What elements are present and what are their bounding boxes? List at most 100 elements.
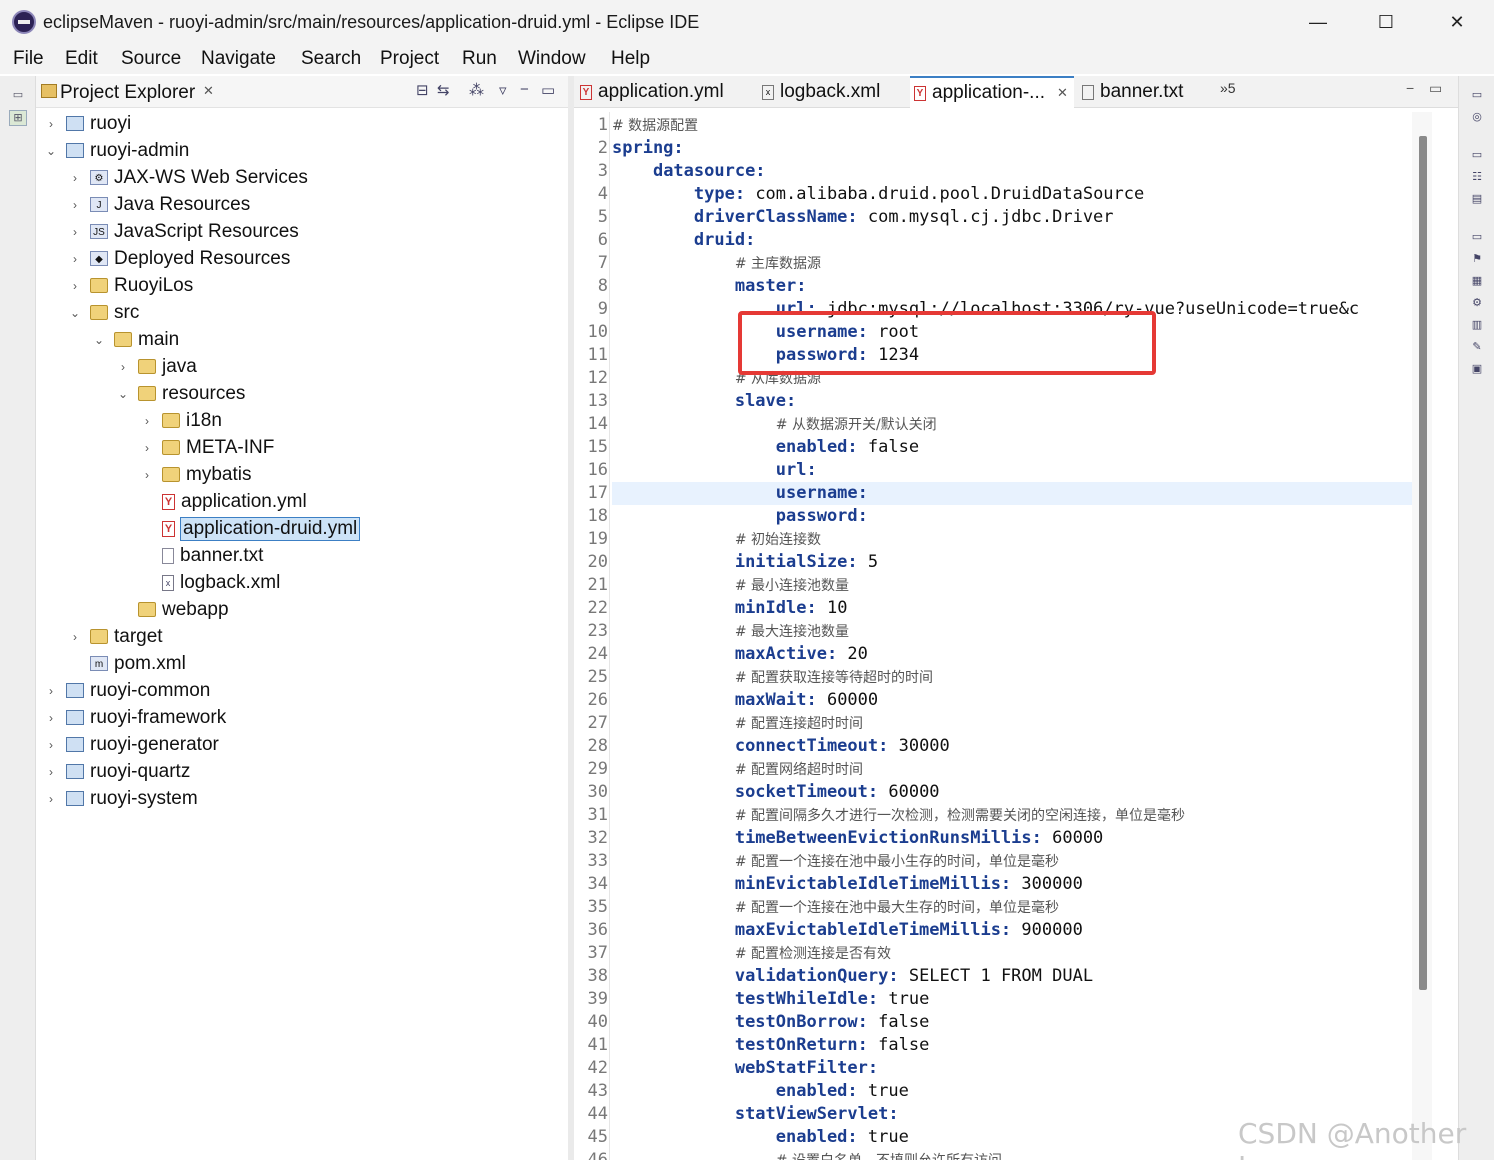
editor-vertical-scrollbar[interactable] bbox=[1412, 112, 1432, 1160]
menu-window[interactable]: Window bbox=[518, 48, 586, 70]
menu-edit[interactable]: Edit bbox=[65, 48, 98, 70]
filters-icon[interactable]: ⁂ bbox=[469, 81, 484, 99]
outline-icon[interactable]: ☷ bbox=[1468, 170, 1486, 186]
snippets-icon[interactable]: ✎ bbox=[1468, 340, 1486, 356]
expand-chevron-icon[interactable]: › bbox=[68, 198, 82, 212]
collapse-chevron-icon[interactable]: ⌄ bbox=[68, 306, 82, 320]
line-number: 2 bbox=[597, 138, 608, 158]
tree-item[interactable]: › ruoyi-system bbox=[44, 785, 198, 812]
collapse-all-icon[interactable]: ⊟ bbox=[416, 81, 429, 99]
expand-chevron-icon[interactable]: › bbox=[140, 414, 154, 428]
menu-help[interactable]: Help bbox=[611, 48, 650, 70]
scrollbar-thumb[interactable] bbox=[1419, 136, 1427, 990]
tree-item[interactable]: › ruoyi bbox=[44, 110, 131, 137]
maximize-editor-icon[interactable]: ▭ bbox=[1429, 80, 1442, 97]
menu-search[interactable]: Search bbox=[301, 48, 361, 70]
tree-item[interactable]: webapp bbox=[116, 596, 229, 623]
expand-chevron-icon[interactable]: › bbox=[68, 279, 82, 293]
view-menu-icon[interactable]: ▿ bbox=[499, 81, 507, 99]
expand-chevron-icon[interactable]: › bbox=[44, 684, 58, 698]
expand-chevron-icon[interactable]: › bbox=[68, 630, 82, 644]
tab-banner-txt[interactable]: banner.txt bbox=[1078, 76, 1208, 108]
tree-item[interactable]: › RuoyiLos bbox=[68, 272, 193, 299]
restore-icon[interactable]: ▭ bbox=[9, 88, 27, 104]
task-list-icon[interactable]: ▤ bbox=[1468, 192, 1486, 208]
menu-source[interactable]: Source bbox=[121, 48, 181, 70]
tree-item[interactable]: x logback.xml bbox=[140, 569, 280, 596]
maximize-view-icon[interactable]: ▭ bbox=[541, 81, 555, 99]
maximize-button[interactable]: ☐ bbox=[1366, 6, 1406, 38]
code-editor-text-area[interactable]: # 数据源配置 spring: datasource: type: com.ali… bbox=[612, 112, 1412, 1160]
tree-item[interactable]: ⌄ ruoyi-admin bbox=[44, 137, 189, 164]
minimize-button[interactable]: — bbox=[1298, 6, 1338, 38]
tree-item[interactable]: › J Java Resources bbox=[68, 191, 250, 218]
expand-chevron-icon[interactable]: › bbox=[140, 468, 154, 482]
tab-application-druid-yml[interactable]: Y application-... ✕ bbox=[910, 76, 1074, 108]
collapse-chevron-icon[interactable]: ⌄ bbox=[44, 144, 58, 158]
tree-item[interactable]: ⌄ resources bbox=[116, 380, 245, 407]
yaml-comment: # 配置获取连接等待超时的时间 bbox=[734, 670, 934, 686]
restore-icon[interactable]: ▭ bbox=[1468, 230, 1486, 246]
properties-icon[interactable]: ▦ bbox=[1468, 274, 1486, 290]
tree-item[interactable]: › META-INF bbox=[140, 434, 274, 461]
tree-item[interactable]: › ⚙ JAX-WS Web Services bbox=[68, 164, 308, 191]
project-explorer-title[interactable]: Project Explorer bbox=[60, 82, 195, 104]
tab-overflow-chevron[interactable]: »5 bbox=[1220, 80, 1236, 96]
expand-chevron-icon[interactable]: › bbox=[68, 252, 82, 266]
palette-icon[interactable]: ◎ bbox=[1468, 110, 1486, 126]
tree-item[interactable]: m pom.xml bbox=[68, 650, 186, 677]
menu-project[interactable]: Project bbox=[380, 48, 439, 70]
yaml-value: com.mysql.cj.jdbc.Driver bbox=[857, 207, 1114, 227]
tree-item[interactable]: › mybatis bbox=[140, 461, 251, 488]
tab-logback-xml[interactable]: x logback.xml bbox=[758, 76, 908, 108]
menu-file[interactable]: File bbox=[13, 48, 44, 70]
close-view-icon[interactable]: ✕ bbox=[203, 83, 214, 99]
collapse-chevron-icon[interactable]: ⌄ bbox=[116, 387, 130, 401]
tree-item[interactable]: Yapplication.yml bbox=[140, 488, 307, 515]
problems-icon[interactable]: ⚑ bbox=[1468, 252, 1486, 268]
console-icon[interactable]: ▣ bbox=[1468, 362, 1486, 378]
menu-run[interactable]: Run bbox=[462, 48, 497, 70]
close-window-button[interactable]: ✕ bbox=[1437, 6, 1477, 38]
tree-item[interactable]: ⌄ main bbox=[92, 326, 179, 353]
restore-icon[interactable]: ▭ bbox=[1468, 88, 1486, 104]
expand-chevron-icon[interactable]: › bbox=[44, 738, 58, 752]
menu-navigate[interactable]: Navigate bbox=[201, 48, 276, 70]
code-line: webStatFilter: bbox=[612, 1057, 1412, 1080]
tree-item[interactable]: › ruoyi-framework bbox=[44, 704, 226, 731]
yaml-key: initialSize: bbox=[734, 552, 858, 572]
yml-file-icon: Y bbox=[580, 84, 592, 100]
minimize-editor-icon[interactable]: − bbox=[1406, 80, 1414, 96]
tree-item[interactable]: › ruoyi-common bbox=[44, 677, 210, 704]
expand-chevron-icon[interactable]: › bbox=[44, 117, 58, 131]
tree-item[interactable]: › ruoyi-quartz bbox=[44, 758, 190, 785]
tree-item[interactable]: › ruoyi-generator bbox=[44, 731, 219, 758]
tree-item[interactable]: › java bbox=[116, 353, 197, 380]
expand-chevron-icon[interactable]: › bbox=[44, 711, 58, 725]
tree-item[interactable]: banner.txt bbox=[140, 542, 263, 569]
tree-item[interactable]: › JS JavaScript Resources bbox=[68, 218, 299, 245]
restore-icon[interactable]: ▭ bbox=[1468, 148, 1486, 164]
tree-item[interactable]: Yapplication-druid.yml bbox=[140, 515, 361, 542]
code-line: # 配置间隔多久才进行一次检测，检测需要关闭的空闲连接，单位是毫秒 bbox=[612, 804, 1412, 827]
expand-chevron-icon[interactable]: › bbox=[116, 360, 130, 374]
line-number: 31 bbox=[587, 805, 608, 825]
tree-item[interactable]: › ◆ Deployed Resources bbox=[68, 245, 290, 272]
expand-chevron-icon[interactable]: › bbox=[68, 225, 82, 239]
link-with-editor-icon[interactable]: ⇆ bbox=[437, 81, 450, 99]
close-tab-icon[interactable]: ✕ bbox=[1057, 85, 1068, 101]
project-explorer-minimized-icon[interactable]: ⊞ bbox=[9, 110, 27, 126]
collapse-chevron-icon[interactable]: ⌄ bbox=[92, 333, 106, 347]
expand-chevron-icon[interactable]: › bbox=[68, 171, 82, 185]
expand-chevron-icon[interactable]: › bbox=[140, 441, 154, 455]
servers-icon[interactable]: ⚙ bbox=[1468, 296, 1486, 312]
minimize-view-icon[interactable]: − bbox=[520, 81, 529, 98]
tree-item[interactable]: › i18n bbox=[140, 407, 222, 434]
tab-application-yml[interactable]: Y application.yml bbox=[576, 76, 756, 108]
expand-chevron-icon[interactable]: › bbox=[44, 792, 58, 806]
tree-item[interactable]: › target bbox=[68, 623, 163, 650]
tree-item[interactable]: ⌄ src bbox=[68, 299, 139, 326]
data-source-icon[interactable]: ▥ bbox=[1468, 318, 1486, 334]
expand-chevron-icon[interactable]: › bbox=[44, 765, 58, 779]
